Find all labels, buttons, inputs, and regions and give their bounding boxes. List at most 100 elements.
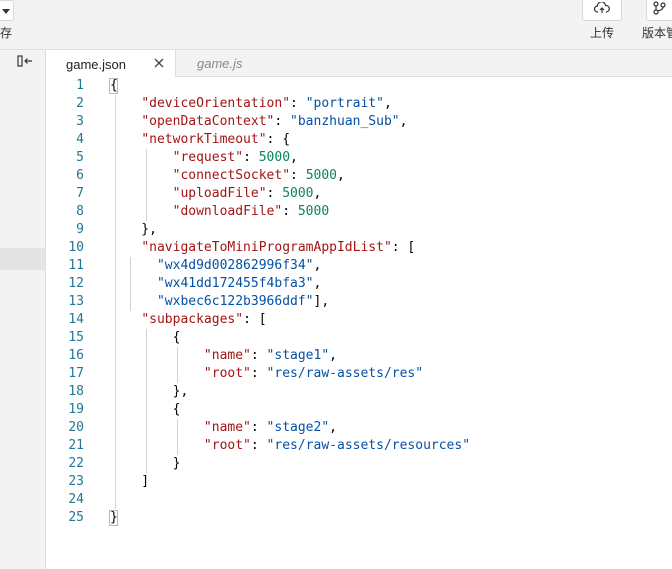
code-text: "downloadFile": 5000: [110, 203, 330, 221]
code-line[interactable]: 16 "name": "stage1",: [46, 347, 672, 365]
code-line[interactable]: 4 "networkTimeout": {: [46, 131, 672, 149]
code-text: "wxbec6c122b3966ddf"],: [110, 293, 329, 311]
code-text: "name": "stage2",: [110, 419, 337, 437]
tab-label: game.js: [197, 56, 243, 71]
line-number: 3: [76, 114, 84, 129]
json-punct: :: [250, 420, 267, 435]
json-punct: [110, 240, 141, 255]
json-punct: :: [250, 348, 267, 363]
json-key: "networkTimeout": [141, 132, 267, 147]
code-text: "uploadFile": 5000,: [110, 185, 322, 203]
code-text: {: [110, 329, 181, 347]
json-key: "root": [203, 366, 251, 381]
json-punct: [110, 348, 204, 363]
json-punct: },: [110, 384, 189, 399]
code-line[interactable]: 24: [46, 491, 672, 509]
json-punct: [110, 186, 173, 201]
upload-button[interactable]: [582, 0, 622, 21]
tab-game-js[interactable]: game.js: [176, 50, 286, 77]
line-number: 15: [68, 330, 84, 345]
json-punct: {: [110, 78, 118, 93]
code-line[interactable]: 18 },: [46, 383, 672, 401]
code-text: },: [110, 221, 157, 239]
code-line[interactable]: 8 "downloadFile": 5000: [46, 203, 672, 221]
line-number: 25: [68, 510, 84, 525]
line-number: 20: [68, 420, 84, 435]
code-text: {: [110, 401, 181, 419]
json-punct: ,: [313, 276, 322, 291]
line-number: 14: [68, 312, 84, 327]
sidebar-toggle-button[interactable]: [14, 54, 36, 72]
json-punct: }: [110, 510, 118, 525]
code-line[interactable]: 3 "openDataContext": "banzhuan_Sub",: [46, 113, 672, 131]
code-line[interactable]: 6 "connectSocket": 5000,: [46, 167, 672, 185]
code-text: "root": "res/raw-assets/res": [110, 365, 423, 383]
tab-game-json[interactable]: game.json: [46, 50, 176, 78]
code-text: "wx4d9d002862996f34",: [110, 257, 321, 275]
code-line[interactable]: 23 ]: [46, 473, 672, 491]
code-line[interactable]: 25}: [46, 509, 672, 527]
json-punct: :: [243, 150, 259, 165]
json-punct: ,: [290, 150, 298, 165]
code-line[interactable]: 2 "deviceOrientation": "portrait",: [46, 95, 672, 113]
code-text: }: [110, 455, 181, 473]
json-number: 5000: [297, 204, 330, 219]
json-punct: [110, 294, 157, 309]
code-text: "deviceOrientation": "portrait",: [110, 95, 391, 113]
code-text: "networkTimeout": {: [110, 131, 290, 149]
json-punct: ,: [337, 168, 345, 183]
code-line[interactable]: 17 "root": "res/raw-assets/res": [46, 365, 672, 383]
json-punct: : [: [243, 312, 267, 327]
code-line[interactable]: 19 {: [46, 401, 672, 419]
json-punct: [110, 312, 141, 327]
line-number: 23: [68, 474, 84, 489]
json-punct: ,: [329, 348, 337, 363]
json-key: "subpackages": [141, 312, 244, 327]
code-line[interactable]: 12 "wx41dd172455f4bfa3",: [46, 275, 672, 293]
file-sidebar: [0, 50, 46, 569]
line-number: 24: [68, 492, 84, 507]
json-punct: {: [110, 330, 181, 345]
sidebar-selected-row[interactable]: [0, 248, 45, 270]
json-punct: {: [110, 402, 181, 417]
code-line[interactable]: 10 "navigateToMiniProgramAppIdList": [: [46, 239, 672, 257]
line-number: 13: [68, 294, 84, 309]
toolbar-left-label: 存: [0, 26, 13, 40]
line-number: 18: [68, 384, 84, 399]
json-string: "banzhuan_Sub": [290, 114, 400, 129]
line-number: 9: [76, 222, 84, 237]
json-punct: :: [274, 114, 291, 129]
code-line[interactable]: 11 "wx4d9d002862996f34",: [46, 257, 672, 275]
code-line[interactable]: 5 "request": 5000,: [46, 149, 672, 167]
code-line[interactable]: 13 "wxbec6c122b3966ddf"],: [46, 293, 672, 311]
code-text: "navigateToMiniProgramAppIdList": [: [110, 239, 415, 257]
json-punct: [110, 150, 173, 165]
dropdown-button[interactable]: [0, 0, 14, 21]
json-punct: [110, 96, 141, 111]
json-key: "openDataContext": [141, 114, 275, 129]
json-number: 5000: [282, 186, 314, 201]
code-line[interactable]: 7 "uploadFile": 5000,: [46, 185, 672, 203]
close-icon[interactable]: [153, 57, 165, 69]
code-line[interactable]: 21 "root": "res/raw-assets/resources": [46, 437, 672, 455]
version-button[interactable]: [646, 0, 672, 21]
code-line[interactable]: 20 "name": "stage2",: [46, 419, 672, 437]
code-text: ]: [110, 473, 149, 491]
code-line[interactable]: 15 {: [46, 329, 672, 347]
code-editor[interactable]: 1{2 "deviceOrientation": "portrait", 3 "o…: [46, 77, 672, 569]
code-line[interactable]: 9 },: [46, 221, 672, 239]
code-line[interactable]: 14 "subpackages": [: [46, 311, 672, 329]
json-key: "name": [203, 348, 251, 363]
code-line[interactable]: 1{: [46, 77, 672, 95]
code-line[interactable]: 22 }: [46, 455, 672, 473]
json-key: "uploadFile": [172, 186, 267, 201]
json-punct: :: [290, 168, 306, 183]
tab-label: game.json: [66, 56, 126, 72]
json-key: "request": [172, 150, 244, 165]
code-text: {: [110, 77, 118, 95]
line-number: 10: [68, 240, 84, 255]
line-number: 7: [76, 186, 84, 201]
json-string: "wxbec6c122b3966ddf": [156, 294, 314, 309]
line-number: 21: [68, 438, 84, 453]
json-string: "res/raw-assets/resources": [266, 438, 471, 453]
